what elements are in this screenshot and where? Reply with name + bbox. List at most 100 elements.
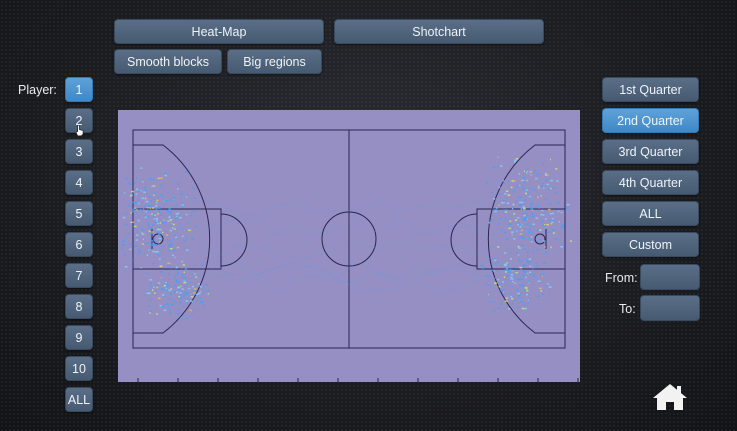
home-icon[interactable] xyxy=(652,383,688,411)
heat-trace xyxy=(159,271,163,273)
heat-trace xyxy=(529,197,531,199)
heat-trace xyxy=(556,202,560,204)
heat-trace xyxy=(546,231,548,233)
smooth-blocks-tab[interactable]: Smooth blocks xyxy=(114,49,222,74)
quarter-button-3rd-quarter[interactable]: 3rd Quarter xyxy=(602,139,699,164)
quarter-button-all[interactable]: ALL xyxy=(602,201,699,226)
heat-trace xyxy=(526,289,529,292)
heat-trace xyxy=(152,286,155,288)
quarter-button-custom[interactable]: Custom xyxy=(602,232,699,257)
quarter-button-1st-quarter[interactable]: 1st Quarter xyxy=(602,77,699,102)
heat-trace xyxy=(513,238,516,240)
heat-trace xyxy=(147,305,151,307)
heat-trace xyxy=(542,273,545,275)
heat-trace xyxy=(142,243,144,245)
heat-trace xyxy=(207,293,209,295)
heat-trace xyxy=(532,251,535,254)
heat-trace xyxy=(524,212,527,215)
heat-trace xyxy=(169,265,172,267)
heat-trace xyxy=(166,239,169,241)
heat-trace xyxy=(537,295,540,298)
to-input[interactable] xyxy=(640,295,700,321)
heat-trace xyxy=(174,218,177,220)
heat-trace xyxy=(179,223,181,225)
heat-trace xyxy=(143,186,146,189)
from-input[interactable] xyxy=(640,264,700,290)
heat-trace xyxy=(167,192,169,194)
heat-trace xyxy=(146,254,149,256)
heat-trace xyxy=(523,179,525,182)
heat-trace xyxy=(179,317,182,319)
heat-trace xyxy=(519,226,522,228)
heat-trace xyxy=(498,204,500,206)
heat-trace xyxy=(176,312,180,315)
heat-trace xyxy=(160,252,162,254)
heat-trace xyxy=(544,251,547,253)
quarter-button-4th-quarter[interactable]: 4th Quarter xyxy=(602,170,699,195)
player-button-10[interactable]: 10 xyxy=(65,356,93,381)
heat-trace xyxy=(182,295,185,298)
player-button-7[interactable]: 7 xyxy=(65,263,93,288)
heat-trace xyxy=(203,303,205,306)
heat-trace xyxy=(547,208,551,211)
heat-trace xyxy=(156,313,158,315)
shotchart-tab[interactable]: Shotchart xyxy=(334,19,544,44)
heat-trace xyxy=(173,179,175,181)
heat-trace xyxy=(163,295,166,297)
heat-trace xyxy=(152,289,154,291)
heat-trace xyxy=(535,206,537,208)
heat-trace xyxy=(527,302,529,305)
heat-trace xyxy=(169,239,172,242)
quarter-button-2nd-quarter[interactable]: 2nd Quarter xyxy=(602,108,699,133)
player-button-9[interactable]: 9 xyxy=(65,325,93,350)
heat-trace xyxy=(158,258,161,260)
heat-trace xyxy=(490,269,494,271)
heat-trace xyxy=(532,209,534,211)
player-button-6[interactable]: 6 xyxy=(65,232,93,257)
heat-trace xyxy=(504,211,507,213)
heat-trace xyxy=(158,210,160,212)
heat-trace xyxy=(512,267,516,269)
heat-trace xyxy=(167,265,169,268)
player-button-1[interactable]: 1 xyxy=(65,77,93,102)
player-button-5[interactable]: 5 xyxy=(65,201,93,226)
heat-trace xyxy=(159,193,162,196)
heat-trace xyxy=(126,236,127,238)
heat-trace xyxy=(177,188,179,190)
heat-trace xyxy=(160,184,162,187)
heat-trace xyxy=(186,249,189,251)
heat-trace xyxy=(503,292,506,295)
player-button-4[interactable]: 4 xyxy=(65,170,93,195)
heat-trace xyxy=(529,271,532,274)
heat-trace xyxy=(130,221,133,224)
heat-trace xyxy=(171,227,174,229)
heat-trace xyxy=(142,181,144,183)
heat-trace xyxy=(517,223,519,226)
heat-trace xyxy=(518,173,520,175)
player-button-all[interactable]: ALL xyxy=(65,387,93,412)
heat-trace xyxy=(153,238,156,240)
heat-trace xyxy=(175,279,178,281)
heat-trace xyxy=(188,222,190,224)
heat-trace xyxy=(190,300,193,302)
heat-map-tab[interactable]: Heat-Map xyxy=(114,19,324,44)
heat-trace xyxy=(158,297,161,299)
heat-trace xyxy=(161,195,164,198)
heat-trace xyxy=(184,171,188,173)
heat-trace xyxy=(566,203,570,206)
heat-trace xyxy=(506,275,510,277)
heat-trace xyxy=(124,192,126,194)
heat-trace xyxy=(494,282,497,284)
heat-trace xyxy=(167,220,170,222)
heat-trace xyxy=(163,206,165,208)
heat-trace xyxy=(170,288,172,290)
heat-trace xyxy=(535,262,538,264)
heat-trace xyxy=(191,211,193,213)
big-regions-tab[interactable]: Big regions xyxy=(227,49,322,74)
heat-trace xyxy=(532,188,536,191)
player-button-3[interactable]: 3 xyxy=(65,139,93,164)
player-button-8[interactable]: 8 xyxy=(65,294,93,319)
heat-trace xyxy=(135,239,138,241)
heat-trace xyxy=(152,207,155,209)
heat-trace xyxy=(169,219,173,221)
